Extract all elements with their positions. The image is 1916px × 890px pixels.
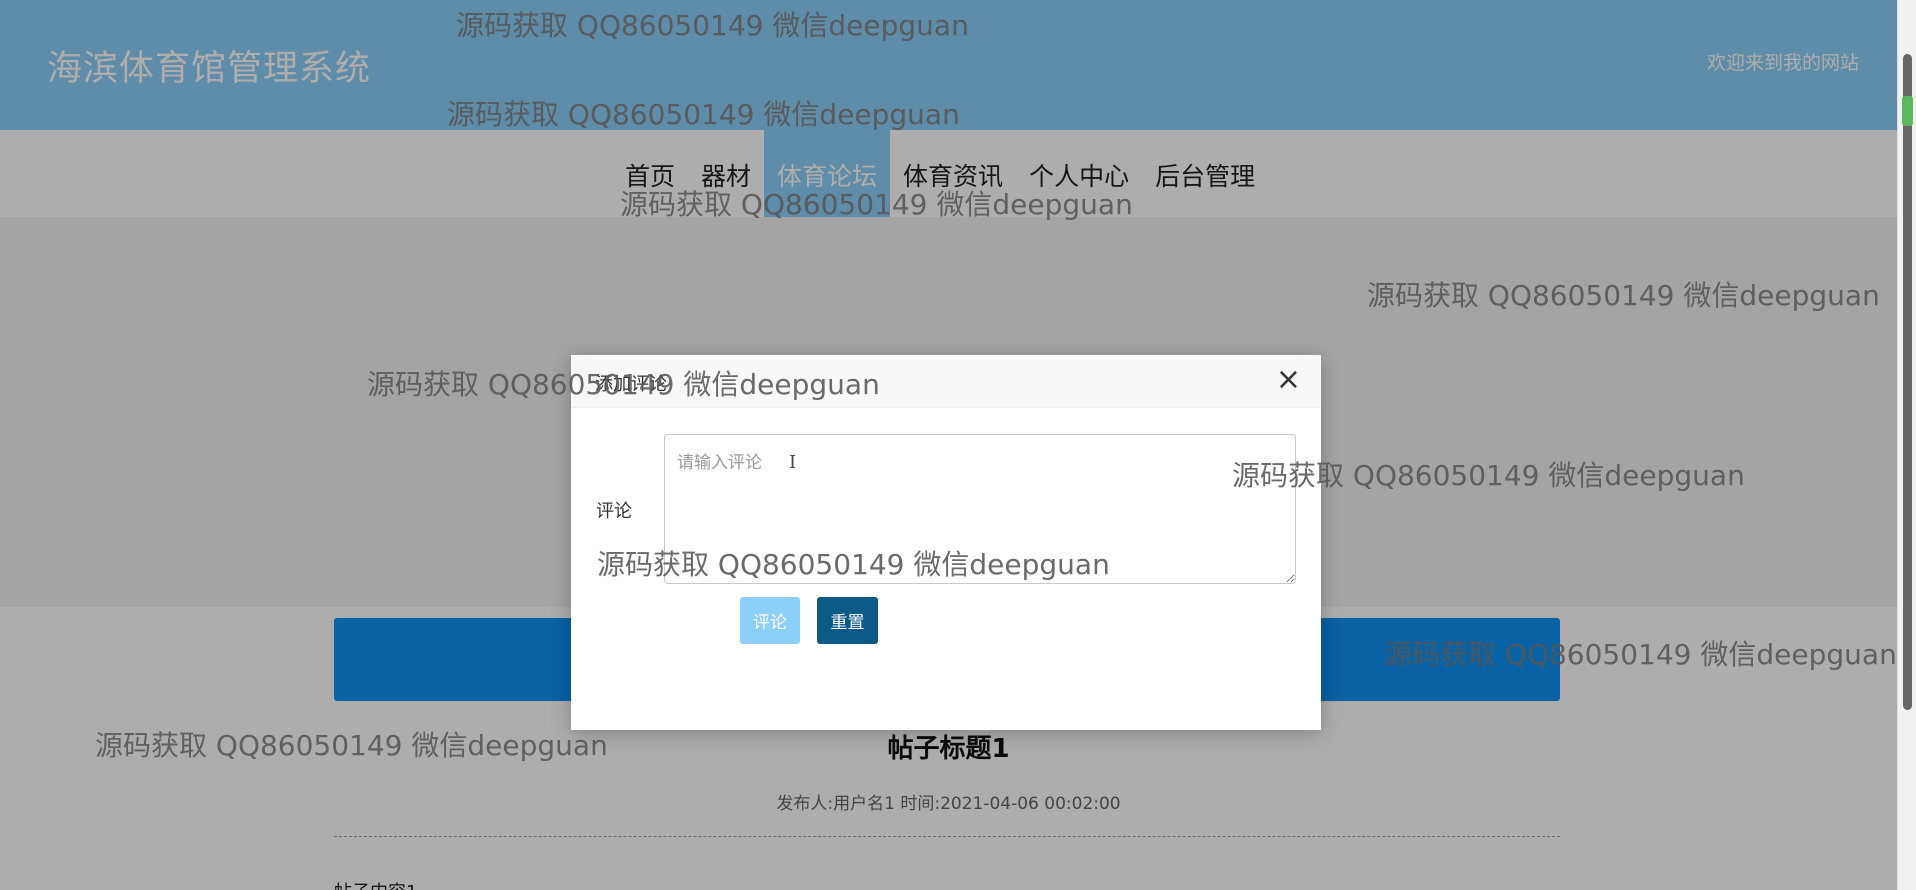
submit-comment-button[interactable]: 评论 bbox=[740, 597, 800, 644]
modal-header: 添加评论 × bbox=[571, 355, 1321, 408]
scrollbar-thumb[interactable] bbox=[1903, 54, 1912, 710]
close-icon[interactable]: × bbox=[1276, 365, 1301, 395]
comment-textarea[interactable] bbox=[664, 434, 1296, 584]
comment-label: 评论 bbox=[596, 501, 632, 522]
add-comment-modal: 添加评论 × 评论 I 评论 重置 bbox=[571, 355, 1321, 730]
scrollbar-marker bbox=[1902, 96, 1913, 126]
text-cursor-icon: I bbox=[789, 452, 797, 473]
page-scrollbar[interactable] bbox=[1897, 0, 1916, 890]
reset-button[interactable]: 重置 bbox=[817, 597, 878, 644]
modal-title: 添加评论 bbox=[595, 374, 667, 395]
